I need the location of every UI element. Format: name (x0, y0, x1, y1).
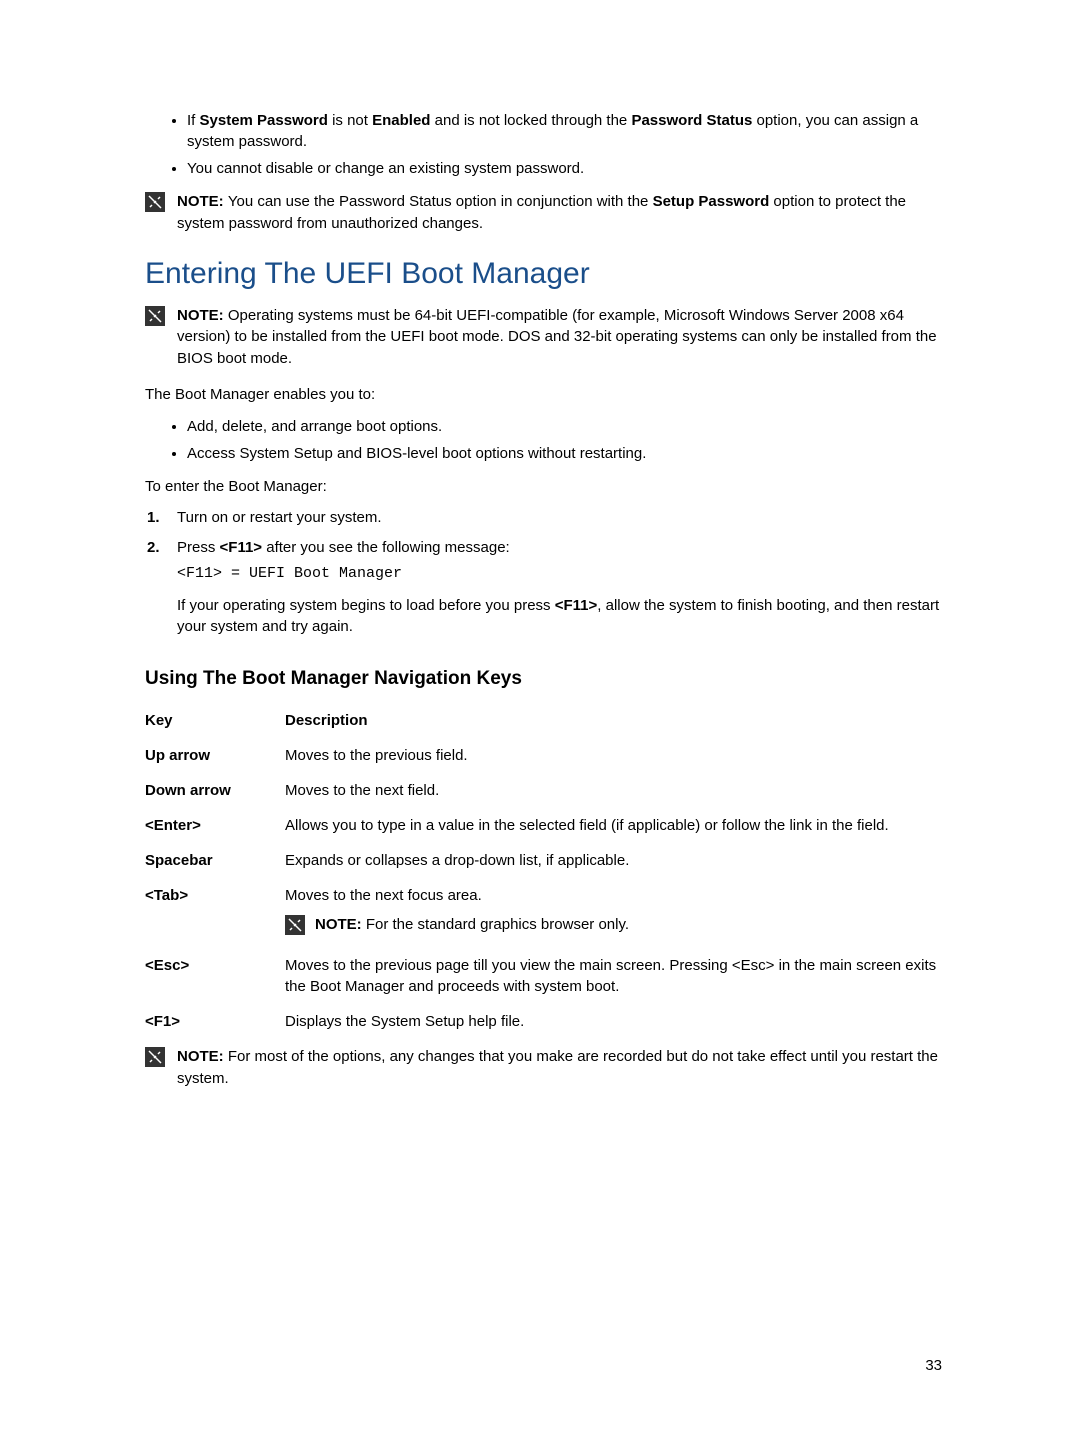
desc-cell: Moves to the previous field. (285, 745, 942, 766)
note-label: NOTE: (177, 307, 228, 324)
text: If (187, 112, 200, 129)
text-bold: Setup Password (653, 193, 770, 210)
note-text: NOTE: You can use the Password Status op… (177, 191, 942, 235)
text: Press (177, 539, 220, 556)
note-label: NOTE: (177, 193, 228, 210)
text: Moves to the next focus area. (285, 885, 942, 906)
code-line: <F11> = UEFI Boot Manager (177, 563, 942, 585)
steps-list: 1. Turn on or restart your system. 2. Pr… (145, 507, 942, 638)
step-body: Press <F11> after you see the following … (177, 537, 942, 638)
step-text: Turn on or restart your system. (177, 507, 942, 529)
table-row: Up arrow Moves to the previous field. (145, 745, 942, 766)
table-row: <Tab> Moves to the next focus area. NOTE… (145, 885, 942, 935)
col-key: Key (145, 710, 285, 731)
text: after you see the following message: (262, 539, 510, 556)
end-note: NOTE: For most of the options, any chang… (145, 1046, 942, 1090)
desc-cell: Expands or collapses a drop-down list, i… (285, 850, 942, 871)
text-bold: System Password (200, 112, 328, 129)
intro-bullet-2: You cannot disable or change an existing… (187, 158, 942, 179)
text: is not (328, 112, 372, 129)
list-item: Access System Setup and BIOS-level boot … (187, 443, 942, 464)
intro-bullets: If System Password is not Enabled and is… (145, 110, 942, 179)
text-bold: <F11> (555, 597, 598, 614)
key-cell: <Tab> (145, 885, 285, 935)
text-bold: <F11> (220, 539, 263, 556)
intro-bullet-1: If System Password is not Enabled and is… (187, 110, 942, 152)
manual-page: If System Password is not Enabled and is… (0, 0, 1080, 1434)
boot-manager-bullets: Add, delete, and arrange boot options. A… (145, 416, 942, 464)
inline-note: NOTE: For the standard graphics browser … (285, 914, 942, 935)
note-text: NOTE: Operating systems must be 64-bit U… (177, 305, 942, 370)
step-number: 2. (145, 537, 177, 638)
note-label: NOTE: (315, 916, 366, 933)
table-row: Spacebar Expands or collapses a drop-dow… (145, 850, 942, 871)
step-number: 1. (145, 507, 177, 529)
nav-keys-table: Key Description Up arrow Moves to the pr… (145, 710, 942, 1032)
table-row: <F1> Displays the System Setup help file… (145, 1011, 942, 1032)
text: If your operating system begins to load … (177, 597, 555, 614)
step-paragraph: If your operating system begins to load … (177, 595, 942, 639)
key-cell: <Enter> (145, 815, 285, 836)
intro-note: NOTE: You can use the Password Status op… (145, 191, 942, 235)
text: and is not locked through the (430, 112, 631, 129)
key-cell: Down arrow (145, 780, 285, 801)
desc-cell: Moves to the previous page till you view… (285, 955, 942, 997)
table-row: <Enter> Allows you to type in a value in… (145, 815, 942, 836)
desc-cell: Allows you to type in a value in the sel… (285, 815, 942, 836)
note-icon (145, 1047, 165, 1067)
desc-cell: Displays the System Setup help file. (285, 1011, 942, 1032)
key-cell: <F1> (145, 1011, 285, 1032)
subsection-title: Using The Boot Manager Navigation Keys (145, 668, 942, 690)
text: For most of the options, any changes tha… (177, 1048, 938, 1087)
text-bold: Password Status (631, 112, 752, 129)
section-title: Entering The UEFI Boot Manager (145, 257, 942, 291)
note-icon (145, 192, 165, 212)
paragraph: To enter the Boot Manager: (145, 476, 942, 498)
note-text: NOTE: For the standard graphics browser … (315, 914, 629, 935)
list-item: Add, delete, and arrange boot options. (187, 416, 942, 437)
desc-cell: Moves to the next focus area. NOTE: For … (285, 885, 942, 935)
text: For the standard graphics browser only. (366, 916, 629, 933)
note-text: NOTE: For most of the options, any chang… (177, 1046, 942, 1090)
note-icon (285, 915, 305, 935)
text-bold: Enabled (372, 112, 430, 129)
table-header: Key Description (145, 710, 942, 731)
step-2: 2. Press <F11> after you see the followi… (145, 537, 942, 638)
key-cell: <Esc> (145, 955, 285, 997)
page-number: 33 (925, 1357, 942, 1374)
col-desc: Description (285, 710, 942, 731)
step-1: 1. Turn on or restart your system. (145, 507, 942, 529)
table-row: <Esc> Moves to the previous page till yo… (145, 955, 942, 997)
table-row: Down arrow Moves to the next field. (145, 780, 942, 801)
section-note: NOTE: Operating systems must be 64-bit U… (145, 305, 942, 370)
key-cell: Up arrow (145, 745, 285, 766)
note-label: NOTE: (177, 1048, 228, 1065)
text: Operating systems must be 64-bit UEFI-co… (177, 307, 937, 368)
key-cell: Spacebar (145, 850, 285, 871)
text: You can use the Password Status option i… (228, 193, 653, 210)
desc-cell: Moves to the next field. (285, 780, 942, 801)
note-icon (145, 306, 165, 326)
paragraph: The Boot Manager enables you to: (145, 384, 942, 406)
